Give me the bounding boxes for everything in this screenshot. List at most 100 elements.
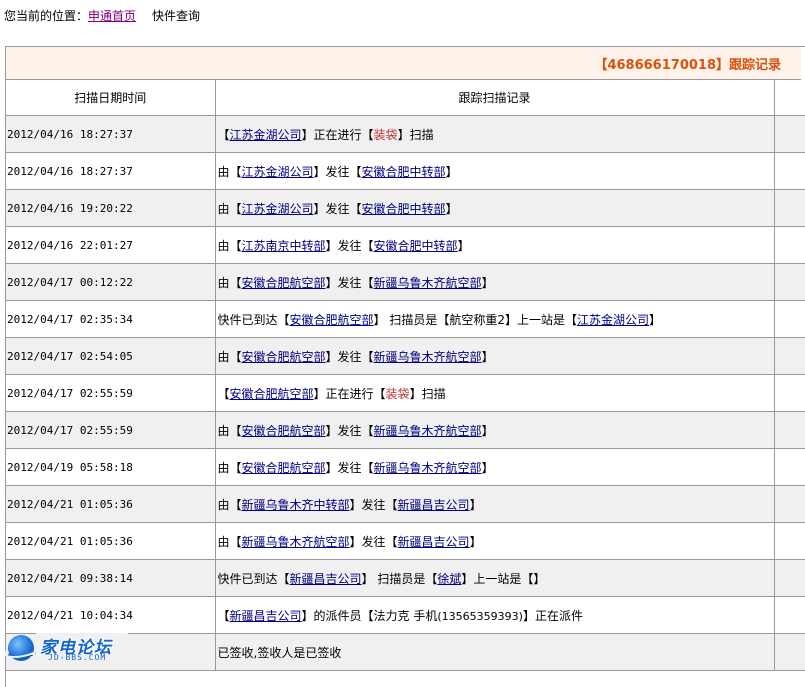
scan-time: 2012/04/16 18:27:37 bbox=[6, 152, 216, 190]
column-header-time: 扫描日期时间 bbox=[6, 80, 216, 116]
scan-time: 2012/04/19 05:58:18 bbox=[6, 448, 216, 486]
location-link[interactable]: 新疆昌吉公司 bbox=[398, 535, 470, 549]
location-link[interactable]: 新疆乌鲁木齐航空部 bbox=[374, 276, 482, 290]
scan-time: 2012/04/17 02:35:34 bbox=[6, 300, 216, 338]
location-link[interactable]: 安徽合肥航空部 bbox=[242, 350, 326, 364]
table-row: 2012/04/19 05:58:18 由【安徽合肥航空部】发往【新疆乌鲁木齐航空… bbox=[6, 448, 805, 486]
scan-record: 【安徽合肥航空部】正在进行【装袋】扫描 bbox=[215, 374, 775, 412]
scan-record: 由【江苏金湖公司】发往【安徽合肥中转部】 bbox=[215, 189, 775, 227]
scan-time: 2012/04/21 01:05:36 bbox=[6, 485, 216, 523]
location-link[interactable]: 新疆乌鲁木齐中转部 bbox=[242, 498, 350, 512]
extra-cell bbox=[774, 448, 805, 486]
location-link[interactable]: 江苏金湖公司 bbox=[577, 313, 649, 327]
record-text: 】上一站是【】 bbox=[461, 571, 546, 586]
table-row: 2012/04/17 02:54:05 由【安徽合肥航空部】发往【新疆乌鲁木齐航空… bbox=[6, 337, 805, 375]
record-text: 】发往【 bbox=[325, 275, 374, 290]
tracking-header: 【468666170018】跟踪记录 bbox=[6, 47, 801, 80]
table-row: 2012/04/17 00:12:22 由【安徽合肥航空部】发往【新疆乌鲁木齐航空… bbox=[6, 263, 805, 301]
home-link[interactable]: 申通首页 bbox=[88, 9, 136, 23]
table-row: 2012/04/16 18:27:37 【江苏金湖公司】正在进行【装袋】扫描 bbox=[6, 115, 805, 153]
record-text: 】发往【 bbox=[349, 497, 398, 512]
location-link[interactable]: 安徽合肥航空部 bbox=[230, 387, 314, 401]
tracking-title: 【468666170018】跟踪记录 bbox=[594, 57, 781, 73]
column-header-extra bbox=[774, 80, 805, 116]
record-text: 】正在派件 bbox=[522, 608, 583, 623]
record-text: 】扫描 bbox=[409, 386, 446, 401]
record-text: 由【 bbox=[217, 423, 242, 438]
table-row: 2012/04/17 02:55:59 【安徽合肥航空部】正在进行【装袋】扫描 bbox=[6, 374, 805, 412]
scan-time: 2012/04/16 18:27:37 bbox=[6, 115, 216, 153]
table-row: 2012/04/21 01:05:36 由【新疆乌鲁木齐中转部】发往【新疆昌吉公司… bbox=[6, 485, 805, 523]
scan-record: 【江苏金湖公司】正在进行【装袋】扫描 bbox=[215, 115, 775, 153]
location-link[interactable]: 江苏金湖公司 bbox=[242, 202, 314, 216]
record-text: 【 bbox=[217, 608, 230, 623]
location-link[interactable]: 新疆昌吉公司 bbox=[398, 498, 470, 512]
record-text: 已签收,签收人是已签收 bbox=[217, 645, 342, 660]
action-label: 装袋 bbox=[385, 386, 410, 401]
record-text: 】 bbox=[445, 164, 458, 179]
location-link[interactable]: 徐斌 bbox=[437, 572, 461, 586]
scan-record: 由【安徽合肥航空部】发往【新疆乌鲁木齐航空部】 bbox=[215, 337, 775, 375]
location-link[interactable]: 江苏金湖公司 bbox=[230, 128, 302, 142]
location-link[interactable]: 安徽合肥中转部 bbox=[374, 239, 458, 253]
record-text: 】正在进行【 bbox=[313, 386, 386, 401]
extra-cell bbox=[774, 152, 805, 190]
record-text: 由【 bbox=[217, 349, 242, 364]
extra-cell bbox=[774, 189, 805, 227]
record-text: 】 bbox=[649, 312, 662, 327]
record-text: 】发往【 bbox=[325, 423, 374, 438]
scan-time: 2012/04/17 00:12:22 bbox=[6, 263, 216, 301]
location-link[interactable]: 江苏金湖公司 bbox=[242, 165, 314, 179]
record-text: 】正在进行【 bbox=[301, 127, 374, 142]
scan-time: 2012/04/21 09:38:14 bbox=[6, 559, 216, 597]
record-text: 】 bbox=[469, 534, 482, 549]
location-link[interactable]: 安徽合肥中转部 bbox=[362, 165, 446, 179]
scan-record: 快件已到达【安徽合肥航空部】 扫描员是【航空称重2】上一站是【江苏金湖公司】 bbox=[215, 300, 775, 338]
phone-number: (13565359393) bbox=[437, 609, 523, 623]
record-text: 由【 bbox=[217, 497, 242, 512]
location-link[interactable]: 安徽合肥航空部 bbox=[242, 424, 326, 438]
record-text: 】 bbox=[481, 349, 494, 364]
table-row: 2012/04/17 02:35:34 快件已到达【安徽合肥航空部】 扫描员是【航… bbox=[6, 300, 805, 338]
scan-time: 2012/04/16 22:01:27 bbox=[6, 226, 216, 264]
location-link[interactable]: 安徽合肥航空部 bbox=[242, 461, 326, 475]
record-text: 】发往【 bbox=[313, 164, 362, 179]
record-text: 】发往【 bbox=[325, 238, 374, 253]
location-link[interactable]: 江苏南京中转部 bbox=[242, 239, 326, 253]
watermark-url: JD-BBS.COM bbox=[48, 653, 107, 662]
table-header-row: 扫描日期时间 跟踪扫描记录 bbox=[6, 80, 805, 116]
extra-cell bbox=[774, 411, 805, 449]
record-text: 由【 bbox=[217, 534, 242, 549]
scan-time: 2012/04/17 02:54:05 bbox=[6, 337, 216, 375]
record-text: 】 bbox=[457, 238, 470, 253]
table-row: 2012/04/17 02:55:59 由【安徽合肥航空部】发往【新疆乌鲁木齐航空… bbox=[6, 411, 805, 449]
extra-cell bbox=[774, 226, 805, 264]
location-link[interactable]: 新疆昌吉公司 bbox=[290, 572, 362, 586]
location-link[interactable]: 安徽合肥航空部 bbox=[290, 313, 374, 327]
record-text: 快件已到达【 bbox=[217, 312, 290, 327]
record-text: 】 bbox=[481, 275, 494, 290]
location-link[interactable]: 新疆乌鲁木齐航空部 bbox=[374, 350, 482, 364]
scan-record: 由【安徽合肥航空部】发往【新疆乌鲁木齐航空部】 bbox=[215, 448, 775, 486]
location-link[interactable]: 安徽合肥航空部 bbox=[242, 276, 326, 290]
extra-cell bbox=[774, 559, 805, 597]
action-label: 装袋 bbox=[373, 127, 398, 142]
table-row: 2012/04/16 22:01:27 由【江苏南京中转部】发往【安徽合肥中转部】 bbox=[6, 226, 805, 264]
breadcrumb-prefix: 您当前的位置： bbox=[4, 9, 89, 23]
location-link[interactable]: 安徽合肥中转部 bbox=[362, 202, 446, 216]
tracking-table: 扫描日期时间 跟踪扫描记录 2012/04/16 18:27:37 【江苏金湖公司… bbox=[6, 80, 805, 671]
scan-record: 由【新疆乌鲁木齐航空部】发往【新疆昌吉公司】 bbox=[215, 522, 775, 560]
record-text: 由【 bbox=[217, 164, 242, 179]
record-text: 由【 bbox=[217, 201, 242, 216]
location-link[interactable]: 新疆乌鲁木齐航空部 bbox=[374, 424, 482, 438]
extra-cell bbox=[774, 263, 805, 301]
extra-cell bbox=[774, 485, 805, 523]
scan-record: 由【新疆乌鲁木齐中转部】发往【新疆昌吉公司】 bbox=[215, 485, 775, 523]
location-link[interactable]: 新疆乌鲁木齐航空部 bbox=[242, 535, 350, 549]
record-text: 】发往【 bbox=[349, 534, 398, 549]
location-link[interactable]: 新疆乌鲁木齐航空部 bbox=[374, 461, 482, 475]
location-link[interactable]: 新疆昌吉公司 bbox=[230, 609, 302, 623]
breadcrumb-current: 快件查询 bbox=[152, 9, 201, 23]
record-text: 】扫描 bbox=[397, 127, 434, 142]
breadcrumb: 您当前的位置：申通首页 快件查询 bbox=[4, 8, 200, 24]
